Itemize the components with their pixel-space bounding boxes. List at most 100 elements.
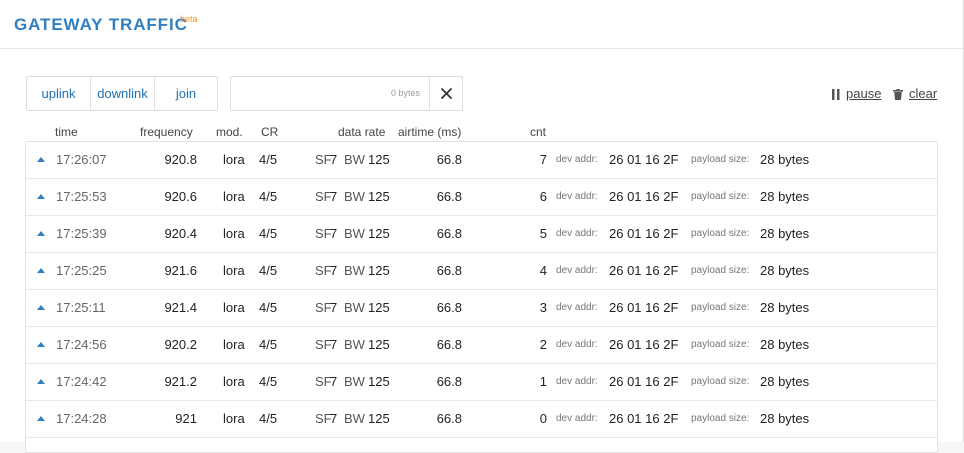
payload-size-value: 28 bytes	[760, 189, 810, 204]
table-row[interactable]: 17:25:53 920.6 lora 4/5 SF 7 BW 125 66.8 6 dev add…	[26, 179, 937, 216]
modulation-cell: lora	[223, 337, 245, 352]
bw-value: 125	[368, 337, 390, 352]
table-row[interactable]: 17:25:25 921.6 lora 4/5 SF 7 BW 125 66.8 4 dev add…	[26, 253, 937, 290]
time-cell: 17:24:28	[56, 411, 107, 426]
column-header-cnt: cnt	[530, 125, 547, 139]
modulation-cell: lora	[223, 263, 245, 278]
cnt-cell: 4	[539, 263, 547, 278]
column-header-cr: CR	[261, 125, 279, 139]
modulation-cell: lora	[223, 226, 245, 241]
payload-size-label: payload size:	[691, 228, 750, 239]
cr-cell: 4/5	[259, 411, 278, 426]
airtime-cell: 66.8	[436, 300, 462, 315]
bw-value: 125	[368, 189, 390, 204]
dev-addr-value: 26 01 16 2F	[609, 374, 679, 389]
payload-size-value: 28 bytes	[760, 374, 810, 389]
dev-addr-value: 26 01 16 2F	[609, 300, 679, 315]
bw-value: 125	[368, 263, 390, 278]
modulation-cell: lora	[223, 152, 245, 167]
page-title: GATEWAY TRAFFIC	[14, 15, 188, 34]
clear-filter-button[interactable]	[429, 77, 462, 110]
sf-value: 7	[330, 152, 338, 167]
cnt-cell: 7	[539, 152, 547, 167]
uplink-arrow-icon	[37, 194, 45, 199]
pause-button[interactable]: pause	[832, 86, 881, 101]
close-icon	[440, 88, 452, 99]
dev-addr-value: 26 01 16 2F	[609, 337, 679, 352]
airtime-cell: 66.8	[436, 374, 462, 389]
cnt-cell: 1	[539, 374, 547, 389]
table-row[interactable]: 17:24:56 920.2 lora 4/5 SF 7 BW 125 66.8 2 dev add…	[26, 327, 937, 364]
dev-addr-value: 26 01 16 2F	[609, 189, 679, 204]
uplink-arrow-icon	[37, 342, 45, 347]
table-row[interactable]: 17:26:07 920.8 lora 4/5 SF 7 BW 125 66.8 7 dev add…	[26, 142, 937, 179]
downlink-filter-button[interactable]: downlink	[91, 77, 155, 110]
modulation-cell: lora	[223, 300, 245, 315]
clear-button[interactable]: clear	[893, 86, 937, 101]
pause-label[interactable]: pause	[846, 86, 881, 101]
airtime-cell: 66.8	[436, 189, 462, 204]
payload-size-label: payload size:	[691, 191, 750, 202]
sf-value: 7	[330, 263, 338, 278]
dev-addr-value: 26 01 16 2F	[609, 411, 679, 426]
frequency-cell: 921.2	[164, 374, 197, 389]
cnt-cell: 6	[539, 189, 547, 204]
payload-filter-input[interactable]: 0 bytes	[230, 76, 463, 111]
dev-addr-label: dev addr:	[556, 376, 598, 387]
payload-size-label: payload size:	[691, 339, 750, 350]
payload-size-value: 28 bytes	[760, 411, 810, 426]
dev-addr-label: dev addr:	[556, 413, 598, 424]
bw-value: 125	[368, 300, 390, 315]
dev-addr-value: 26 01 16 2F	[609, 263, 679, 278]
payload-size-label: payload size:	[691, 302, 750, 313]
column-header-mod: mod.	[216, 125, 243, 139]
dev-addr-value: 26 01 16 2F	[609, 152, 679, 167]
bw-label: BW	[344, 152, 365, 167]
table-row[interactable]: 17:24:28 921 lora 4/5 SF 7 BW 125 66.8 0 dev addr:…	[26, 401, 937, 438]
dev-addr-label: dev addr:	[556, 339, 598, 350]
bw-label: BW	[344, 263, 365, 278]
frequency-cell: 921.4	[164, 300, 197, 315]
join-filter-button[interactable]: join	[155, 77, 217, 110]
payload-size-label: payload size:	[691, 413, 750, 424]
dev-addr-label: dev addr:	[556, 154, 598, 165]
time-cell: 17:25:53	[56, 189, 107, 204]
cr-cell: 4/5	[259, 263, 278, 278]
column-header-airtime: airtime (ms)	[398, 125, 462, 139]
table-row[interactable]: 17:25:39 920.4 lora 4/5 SF 7 BW 125 66.8 5 dev add…	[26, 216, 937, 253]
dev-addr-label: dev addr:	[556, 302, 598, 313]
sf-value: 7	[330, 374, 338, 389]
dev-addr-value: 26 01 16 2F	[609, 226, 679, 241]
payload-size-label: payload size:	[691, 376, 750, 387]
table-row[interactable]: 17:25:11 921.4 lora 4/5 SF 7 BW 125 66.8 3 dev add…	[26, 290, 937, 327]
airtime-cell: 66.8	[436, 411, 462, 426]
time-cell: 17:24:56	[56, 337, 107, 352]
sf-value: 7	[330, 411, 338, 426]
direction-filter-group: uplink downlink join	[26, 76, 218, 111]
sf-value: 7	[330, 300, 338, 315]
modulation-cell: lora	[223, 411, 245, 426]
frequency-cell: 921	[175, 411, 197, 426]
uplink-arrow-icon	[37, 305, 45, 310]
bw-label: BW	[344, 411, 365, 426]
frequency-cell: 920.6	[164, 189, 197, 204]
column-header-time: time	[55, 125, 78, 139]
uplink-filter-button[interactable]: uplink	[27, 77, 91, 110]
cnt-cell: 0	[539, 411, 547, 426]
table-row[interactable]: 17:24:42 921.2 lora 4/5 SF 7 BW 125 66.8 1 dev add…	[26, 364, 937, 401]
cr-cell: 4/5	[259, 152, 278, 167]
payload-size-value: 28 bytes	[760, 300, 810, 315]
cnt-cell: 3	[539, 300, 547, 315]
time-cell: 17:24:42	[56, 374, 107, 389]
payload-size-value: 28 bytes	[760, 226, 810, 241]
modulation-cell: lora	[223, 189, 245, 204]
panel-header: GATEWAY TRAFFIC beta	[0, 0, 963, 49]
airtime-cell: 66.8	[436, 337, 462, 352]
traffic-table: 17:26:07 920.8 lora 4/5 SF 7 BW 125 66.8 7 dev add…	[25, 141, 938, 453]
airtime-cell: 66.8	[436, 226, 462, 241]
clear-label[interactable]: clear	[909, 86, 937, 101]
time-cell: 17:25:39	[56, 226, 107, 241]
uplink-arrow-icon	[37, 268, 45, 273]
time-cell: 17:26:07	[56, 152, 107, 167]
airtime-cell: 66.8	[436, 152, 462, 167]
